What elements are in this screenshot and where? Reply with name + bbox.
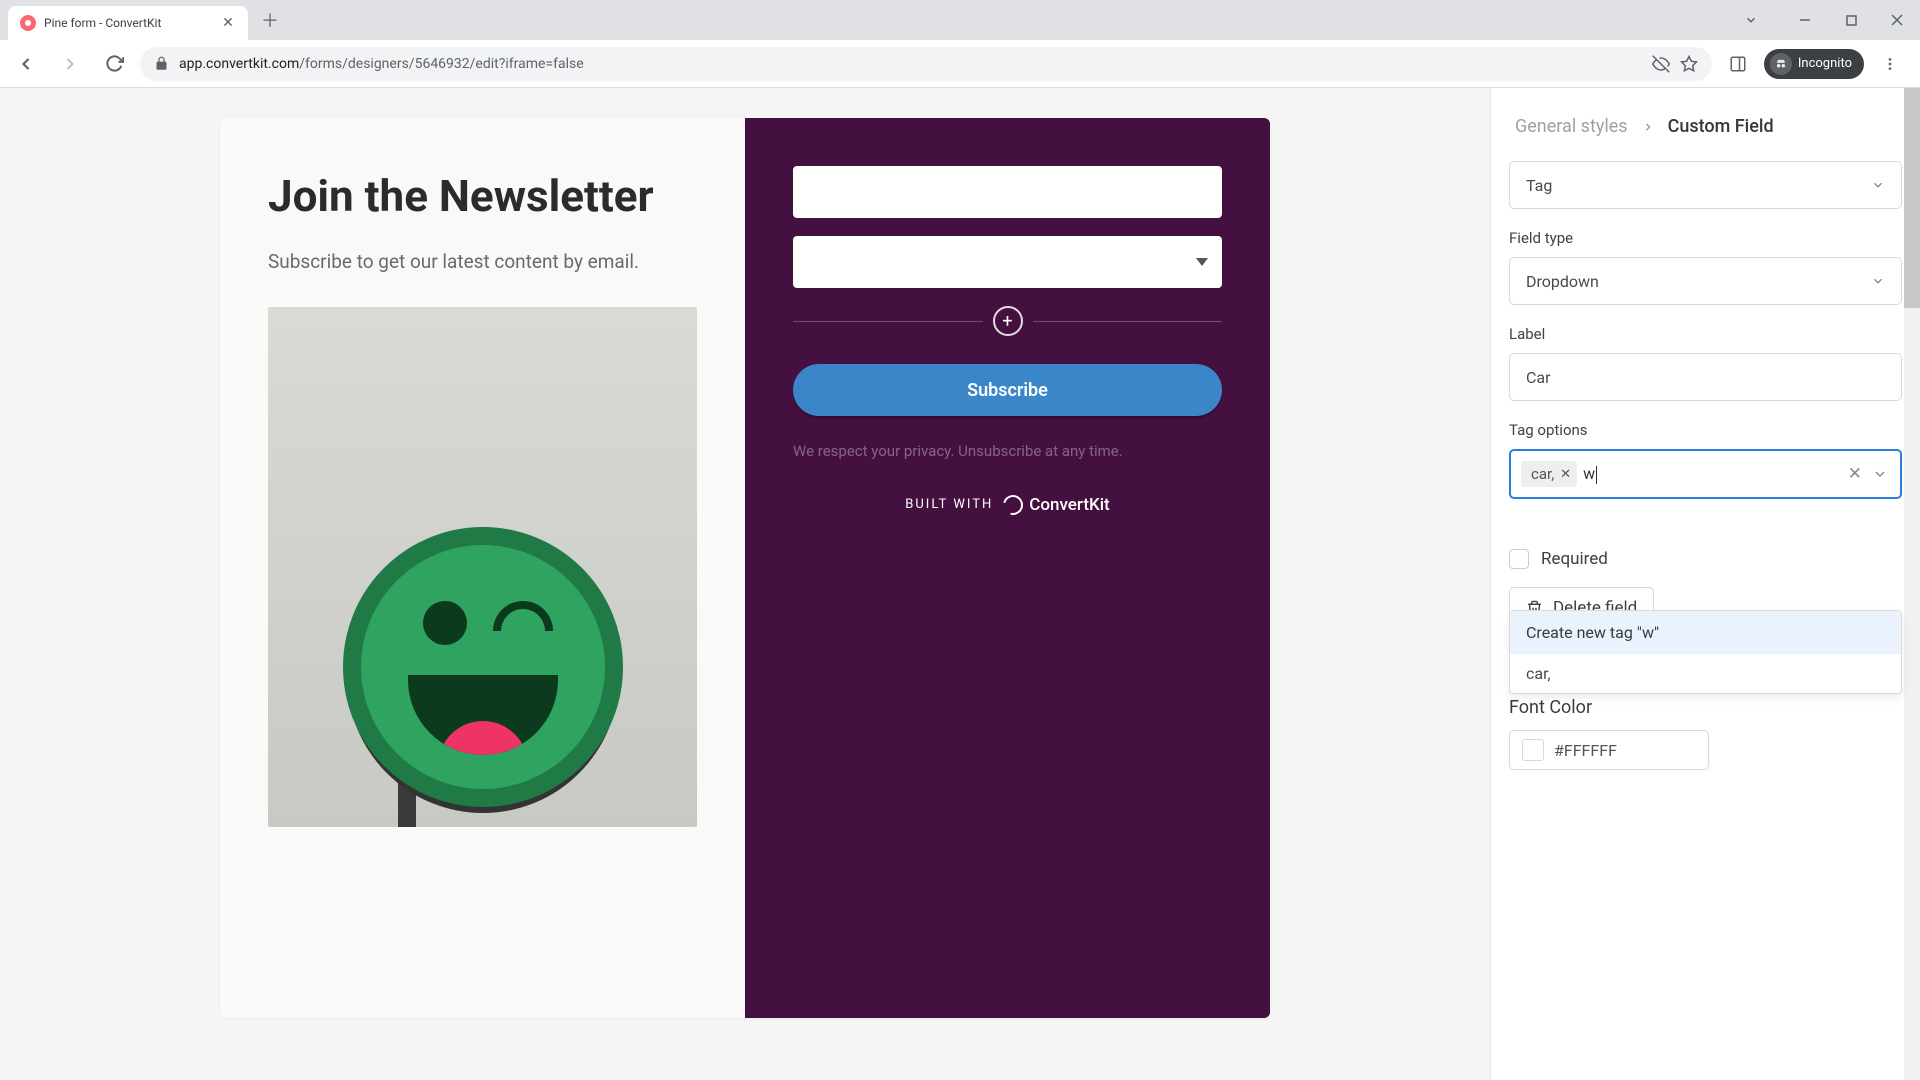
new-tab-button[interactable]: ＋ bbox=[256, 6, 284, 34]
eye-off-icon[interactable] bbox=[1652, 55, 1670, 73]
text-input-field[interactable] bbox=[793, 166, 1222, 218]
add-field-button[interactable]: + bbox=[993, 306, 1023, 336]
tag-typed-text[interactable]: w bbox=[1583, 464, 1597, 484]
required-label: Required bbox=[1541, 549, 1608, 569]
form-preview: Join the Newsletter Subscribe to get our… bbox=[220, 118, 1270, 1018]
tag-chip: car, ✕ bbox=[1521, 461, 1577, 487]
field-source-select[interactable]: Tag bbox=[1509, 161, 1902, 209]
browser-tab[interactable]: Pine form - ConvertKit ✕ bbox=[8, 6, 248, 40]
window-maximize-button[interactable] bbox=[1828, 4, 1874, 36]
reload-button[interactable] bbox=[96, 46, 132, 82]
breadcrumb-current: Custom Field bbox=[1668, 116, 1774, 137]
address-bar[interactable]: app.convertkit.com/forms/designers/56469… bbox=[140, 47, 1712, 81]
properties-sidebar: General styles Custom Field Tag Field ty… bbox=[1490, 88, 1920, 1080]
back-button[interactable] bbox=[8, 46, 44, 82]
incognito-badge[interactable]: Incognito bbox=[1764, 49, 1864, 79]
clear-all-icon[interactable]: ✕ bbox=[1848, 464, 1862, 484]
convertkit-logo-icon bbox=[1000, 491, 1027, 518]
incognito-label: Incognito bbox=[1798, 56, 1852, 71]
tag-options-label: Tag options bbox=[1509, 421, 1902, 439]
color-swatch bbox=[1522, 739, 1544, 761]
browser-toolbar: app.convertkit.com/forms/designers/56469… bbox=[0, 40, 1920, 88]
font-color-label: Font Color bbox=[1509, 697, 1902, 718]
label-label: Label bbox=[1509, 325, 1902, 343]
subscribe-button[interactable]: Subscribe bbox=[793, 364, 1222, 416]
required-checkbox[interactable] bbox=[1509, 549, 1529, 569]
field-type-label: Field type bbox=[1509, 229, 1902, 247]
remove-chip-icon[interactable]: ✕ bbox=[1560, 467, 1571, 482]
tab-search-icon[interactable] bbox=[1728, 4, 1774, 36]
chevron-down-icon[interactable] bbox=[1872, 466, 1888, 482]
form-image[interactable] bbox=[268, 307, 697, 827]
forward-button[interactable] bbox=[52, 46, 88, 82]
breadcrumb-general-styles[interactable]: General styles bbox=[1515, 116, 1628, 137]
incognito-icon bbox=[1770, 53, 1792, 75]
caret-down-icon bbox=[1196, 258, 1208, 266]
lock-icon bbox=[154, 56, 169, 71]
close-tab-icon[interactable]: ✕ bbox=[220, 15, 236, 31]
tab-title: Pine form - ConvertKit bbox=[44, 16, 212, 30]
breadcrumb: General styles Custom Field bbox=[1509, 106, 1902, 147]
privacy-text[interactable]: We respect your privacy. Unsubscribe at … bbox=[793, 440, 1222, 463]
built-with-badge[interactable]: BUILT WITH ConvertKit bbox=[793, 495, 1222, 515]
tag-options-input[interactable]: car, ✕ w ✕ bbox=[1509, 449, 1902, 499]
convertkit-favicon bbox=[20, 15, 36, 31]
chevron-down-icon bbox=[1871, 274, 1885, 288]
chevron-down-icon bbox=[1871, 178, 1885, 192]
field-type-select[interactable]: Dropdown bbox=[1509, 257, 1902, 305]
window-minimize-button[interactable] bbox=[1782, 4, 1828, 36]
form-canvas: Join the Newsletter Subscribe to get our… bbox=[0, 88, 1490, 1080]
dropdown-field[interactable] bbox=[793, 236, 1222, 288]
add-field-divider: + bbox=[793, 306, 1222, 336]
chevron-right-icon bbox=[1642, 121, 1654, 133]
page-scrollbar-thumb[interactable] bbox=[1904, 88, 1920, 308]
side-panel-icon[interactable] bbox=[1720, 46, 1756, 82]
window-close-button[interactable] bbox=[1874, 4, 1920, 36]
browser-menu-icon[interactable] bbox=[1872, 46, 1908, 82]
page-scrollbar[interactable] bbox=[1904, 88, 1920, 1080]
form-heading[interactable]: Join the Newsletter bbox=[268, 172, 697, 220]
form-subheading[interactable]: Subscribe to get our latest content by e… bbox=[268, 248, 697, 277]
create-new-tag-option[interactable]: Create new tag "w" bbox=[1510, 611, 1901, 654]
bookmark-star-icon[interactable] bbox=[1680, 55, 1698, 73]
label-input[interactable]: Car bbox=[1509, 353, 1902, 401]
existing-tag-option[interactable]: car, bbox=[1510, 654, 1901, 693]
font-color-input[interactable]: #FFFFFF bbox=[1509, 730, 1709, 770]
url-text: app.convertkit.com/forms/designers/56469… bbox=[179, 56, 1642, 72]
tag-options-dropdown: Create new tag "w" car, bbox=[1509, 610, 1902, 694]
tab-bar: Pine form - ConvertKit ✕ ＋ bbox=[0, 0, 1920, 40]
